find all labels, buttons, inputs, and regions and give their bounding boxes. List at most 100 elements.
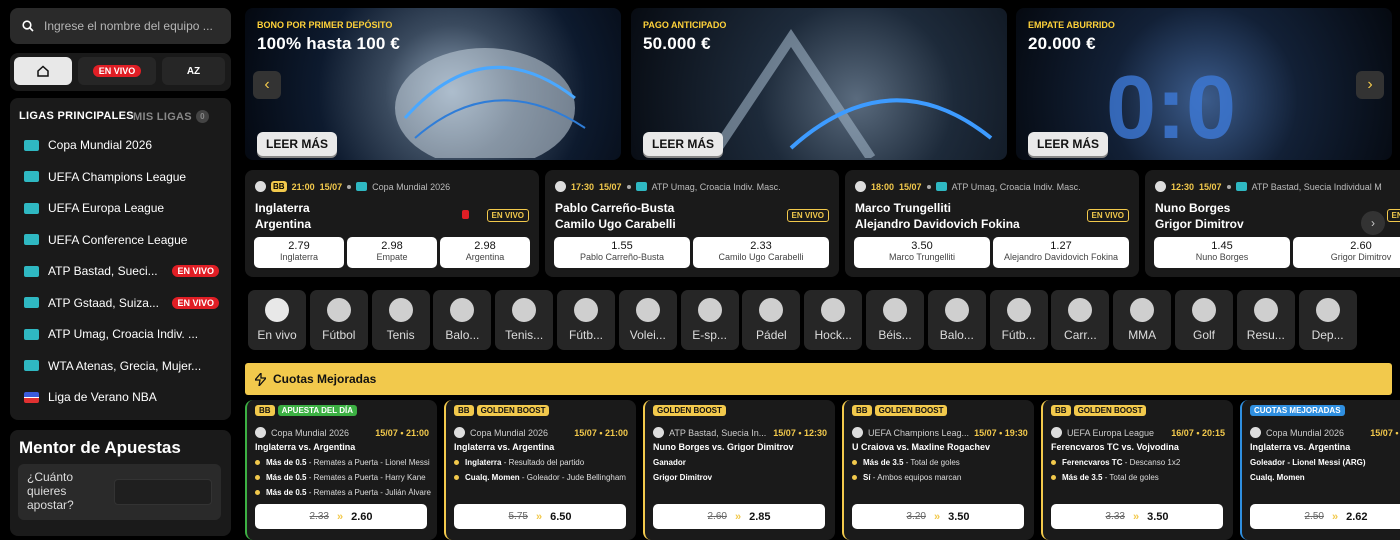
tab-top-leagues[interactable]: LIGAS PRINCIPALES (19, 110, 134, 122)
match-card[interactable]: 17:30 15/07 ATP Umag, Croacia Indiv. Masc.… (545, 170, 839, 277)
boost-odds-button[interactable]: 2.50 » 2.62 (1250, 504, 1400, 529)
league-item[interactable]: ATP Umag, Croacia Indiv. ... (24, 324, 219, 344)
league-item[interactable]: ATP Bastad, Sueci... EN VIVO (24, 261, 219, 281)
selection-main: Ferencvaros TC (1062, 458, 1123, 467)
football-boot-icon (574, 298, 598, 322)
odds-button[interactable]: 1.45 Nuno Borges (1154, 237, 1290, 268)
boost-card[interactable]: BB GOLDEN BOOST UEFA Champions Leag... 15/0… (842, 400, 1034, 540)
odds-button[interactable]: 2.79 Inglaterra (254, 237, 344, 268)
bb-badge: BB (255, 405, 275, 416)
league-item[interactable]: UEFA Champions League (24, 167, 219, 187)
boost-date: 15/07 • 21:00 (574, 427, 628, 438)
tennis-ball-icon (855, 181, 866, 192)
boost-selection: Cualq. Momen - Goleador - Jude Bellingha… (454, 473, 630, 482)
odds-button[interactable]: 2.98 Argentina (440, 237, 530, 268)
read-more-button[interactable]: LEER MÁS (1028, 132, 1109, 156)
tab-my-leagues[interactable]: MIS LIGAS 0 (133, 110, 209, 123)
sport-item[interactable]: MMA (1113, 290, 1172, 350)
live-badge: EN VIVO (786, 209, 829, 222)
sport-item[interactable]: Tenis... (495, 290, 554, 350)
sport-item[interactable]: Béis... (866, 290, 924, 350)
read-more-button[interactable]: LEER MÁS (257, 132, 338, 156)
banner-boring-draw[interactable]: 0:0 EMPATE ABURRIDO 20.000 € LEER MÁS (1016, 8, 1392, 160)
tab-live[interactable]: EN VIVO (78, 57, 156, 85)
odds-button[interactable]: 1.55 Pablo Carreño-Busta (554, 237, 690, 268)
sport-item[interactable]: Balo... (927, 290, 986, 350)
odds-button[interactable]: 2.98 Empate (347, 237, 437, 268)
boost-card[interactable]: CUOTAS MEJORADAS Copa Mundial 2026 15/07 •… (1240, 400, 1400, 540)
odds-button[interactable]: 1.27 Alejandro Davidovich Fokina (993, 237, 1129, 268)
sport-item[interactable]: Tenis (371, 290, 430, 350)
banner-first-deposit[interactable]: BONO POR PRIMER DEPÓSITO 100% hasta 100 … (245, 8, 621, 160)
match-league: ATP Umag, Croacia Indiv. Masc. (951, 181, 1081, 192)
sport-item[interactable]: Fútbol (309, 290, 368, 350)
sport-item[interactable]: Hock... (804, 290, 863, 350)
banner-early-payout[interactable]: PAGO ANTICIPADO 50.000 € LEER MÁS (631, 8, 1007, 160)
mentor-amount-input[interactable] (114, 479, 212, 505)
double-chevron-icon: » (535, 510, 543, 523)
boost-odds-button[interactable]: 2.33 » 2.60 (255, 504, 427, 529)
league-label: Copa Mundial 2026 (48, 138, 153, 152)
boost-odds-button[interactable]: 3.20 » 3.50 (852, 504, 1024, 529)
odds-label: Pablo Carreño-Busta (579, 252, 665, 262)
sport-item[interactable]: Dep... (1298, 290, 1357, 350)
boost-odds-button[interactable]: 3.33 » 3.50 (1051, 504, 1223, 529)
boost-card[interactable]: BB GOLDEN BOOST UEFA Europa League 16/07 • … (1041, 400, 1233, 540)
selection-main: Más de 3.5 (863, 458, 904, 467)
tab-az[interactable]: AZ (162, 57, 225, 85)
read-more-button[interactable]: LEER MÁS (643, 132, 724, 156)
match-time: 21:00 (291, 181, 315, 192)
banner-title: 50.000 € (643, 34, 711, 53)
tab-home[interactable] (14, 57, 72, 85)
selection-main: Sí (863, 473, 871, 482)
bullet-dot (1051, 475, 1056, 481)
match-card[interactable]: 18:00 15/07 ATP Umag, Croacia Indiv. Masc.… (845, 170, 1139, 277)
results-icon (1253, 298, 1278, 322)
league-item[interactable]: Copa Mundial 2026 (24, 135, 219, 155)
separator-dot (926, 184, 931, 189)
red-card-icon (462, 210, 469, 219)
odds-button[interactable]: 2.33 Camilo Ugo Carabelli (693, 237, 829, 268)
league-item[interactable]: UEFA Europa League (24, 198, 219, 218)
sport-item[interactable]: En vivo (248, 290, 306, 350)
league-item[interactable]: WTA Atenas, Grecia, Mujer... (24, 356, 219, 376)
boost-odds-button[interactable]: 5.75 » 6.50 (454, 504, 626, 529)
tab-live-label: EN VIVO (92, 65, 142, 77)
sport-item[interactable]: Pádel (742, 290, 801, 350)
boost-selection: Sí - Ambos equipos marcan (852, 473, 1028, 482)
boost-tag: GOLDEN BOOST (476, 405, 550, 416)
sport-item[interactable]: Balo... (433, 290, 492, 350)
sport-item[interactable]: Fútb... (557, 290, 615, 350)
chevron-right-icon[interactable]: › (1356, 71, 1384, 99)
boost-odds-button[interactable]: 2.60 » 2.85 (653, 504, 825, 529)
sport-item[interactable]: Volei... (618, 290, 677, 350)
boost-card[interactable]: BB APUESTA DEL DÍA Copa Mundial 2026 15/07 … (245, 400, 437, 540)
league-item[interactable]: Liga de Verano NBA (24, 387, 219, 407)
chevron-right-icon[interactable]: › (1361, 211, 1385, 235)
search-input[interactable]: Ingrese el nombre del equipo ... (10, 8, 231, 44)
match-card[interactable]: BB 21:00 15/07 Copa Mundial 2026 Inglaterra A… (245, 170, 539, 277)
boost-card[interactable]: BB GOLDEN BOOST Copa Mundial 2026 15/07 • 2… (444, 400, 636, 540)
league-item[interactable]: UEFA Conference League (24, 230, 219, 250)
odds-button[interactable]: 2.60 Grigor Dimitrov (1293, 237, 1400, 268)
sport-item[interactable]: Carr... (1051, 290, 1110, 350)
selection-main: Más de 0.5 (266, 488, 307, 497)
sport-item[interactable]: Resu... (1236, 290, 1295, 350)
odds-button[interactable]: 3.50 Marco Trungelliti (854, 237, 990, 268)
league-item[interactable]: ATP Gstaad, Suiza... EN VIVO (24, 293, 219, 313)
boost-selection: Cualq. Momen (1250, 473, 1400, 482)
match-time: 18:00 (871, 181, 895, 192)
sport-item[interactable]: E-sp... (680, 290, 739, 350)
american-football-icon (1006, 298, 1031, 322)
sport-item[interactable]: Golf (1175, 290, 1233, 350)
boost-card[interactable]: GOLDEN BOOST ATP Bastad, Suecia In... 15/0… (643, 400, 835, 540)
boost-date: 16/07 • 20:15 (1171, 427, 1225, 438)
boost-tag: APUESTA DEL DÍA (277, 405, 357, 416)
banner-title: 100% hasta 100 € (257, 34, 401, 53)
selection-main: Goleador - Lionel Messi (ARG) (1250, 458, 1366, 467)
league-label: UEFA Conference League (48, 232, 188, 247)
bb-badge: BB (454, 405, 474, 416)
chevron-left-icon[interactable]: ‹ (253, 71, 281, 99)
league-icon (356, 182, 368, 191)
sport-item[interactable]: Fútb... (989, 290, 1048, 350)
